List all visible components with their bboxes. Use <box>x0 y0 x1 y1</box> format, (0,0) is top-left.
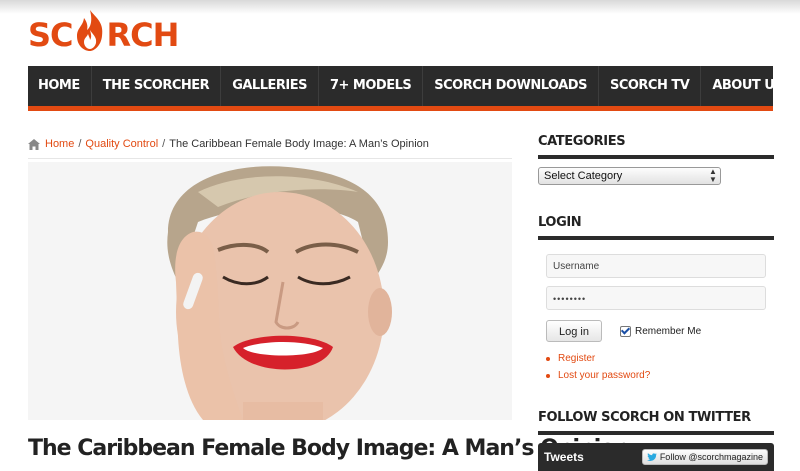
lost-password-link[interactable]: Lost your password? <box>558 370 650 381</box>
nav-item-about-us[interactable]: ABOUT US » <box>701 66 800 106</box>
nav-item-scorch-tv[interactable]: SCORCH TV <box>599 66 702 106</box>
nav-item-home[interactable]: HOME <box>28 66 92 106</box>
featured-image[interactable] <box>28 162 512 420</box>
nav-item-the-scorcher[interactable]: THE SCORCHER <box>92 66 222 106</box>
breadcrumb-category-link[interactable]: Quality Control <box>85 138 158 150</box>
follow-button[interactable]: Follow @scorchmagazine <box>641 449 768 465</box>
remember-me-checkbox[interactable] <box>620 325 631 337</box>
logo-text-start: SC <box>28 16 74 54</box>
bullet-icon <box>546 373 550 378</box>
username-field[interactable]: Username <box>546 254 766 278</box>
breadcrumb-separator: / <box>162 138 166 150</box>
nav-item-galleries[interactable]: GALLERIES <box>221 66 319 106</box>
site-logo[interactable]: SC RCH <box>28 6 180 54</box>
logo-text-end: RCH <box>106 16 180 54</box>
login-widget-title: LOGIN <box>538 215 774 240</box>
tweets-header: Tweets Follow @scorchmagazine <box>538 443 774 471</box>
breadcrumb-home-link[interactable]: Home <box>45 138 74 150</box>
sidebar: CATEGORIES Select Category ▲ ▼ LOGIN User… <box>538 134 774 471</box>
follow-button-label: Follow @scorchmagazine <box>659 452 763 462</box>
password-field[interactable]: •••••••• <box>546 286 766 310</box>
post-title: The Caribbean Female Body Image: A Man’s… <box>28 436 630 461</box>
twitter-widget-title: FOLLOW SCORCH ON TWITTER <box>538 410 774 435</box>
register-link[interactable]: Register <box>558 353 595 364</box>
featured-photo-illustration <box>28 162 512 420</box>
twitter-bird-icon <box>646 453 657 461</box>
nav-item-models[interactable]: 7+ MODELS <box>319 66 424 106</box>
breadcrumb-separator: / <box>78 138 82 150</box>
breadcrumb: Home / Quality Control / The Caribbean F… <box>28 134 512 159</box>
login-button[interactable]: Log in <box>546 320 602 342</box>
home-icon <box>28 138 40 150</box>
remember-me-label: Remember Me <box>635 325 702 337</box>
select-arrows-icon: ▲ ▼ <box>709 167 717 184</box>
flame-logo-icon <box>76 10 102 51</box>
bullet-icon <box>546 356 550 361</box>
category-select-value: Select Category <box>544 170 623 182</box>
category-select[interactable]: Select Category ▲ ▼ <box>538 167 721 185</box>
breadcrumb-current: The Caribbean Female Body Image: A Man’s… <box>169 138 429 150</box>
tweets-label: Tweets <box>544 450 584 464</box>
categories-widget-title: CATEGORIES <box>538 134 774 159</box>
nav-item-scorch-downloads[interactable]: SCORCH DOWNLOADS <box>423 66 599 106</box>
main-nav: HOME THE SCORCHER GALLERIES 7+ MODELS SC… <box>28 66 796 111</box>
